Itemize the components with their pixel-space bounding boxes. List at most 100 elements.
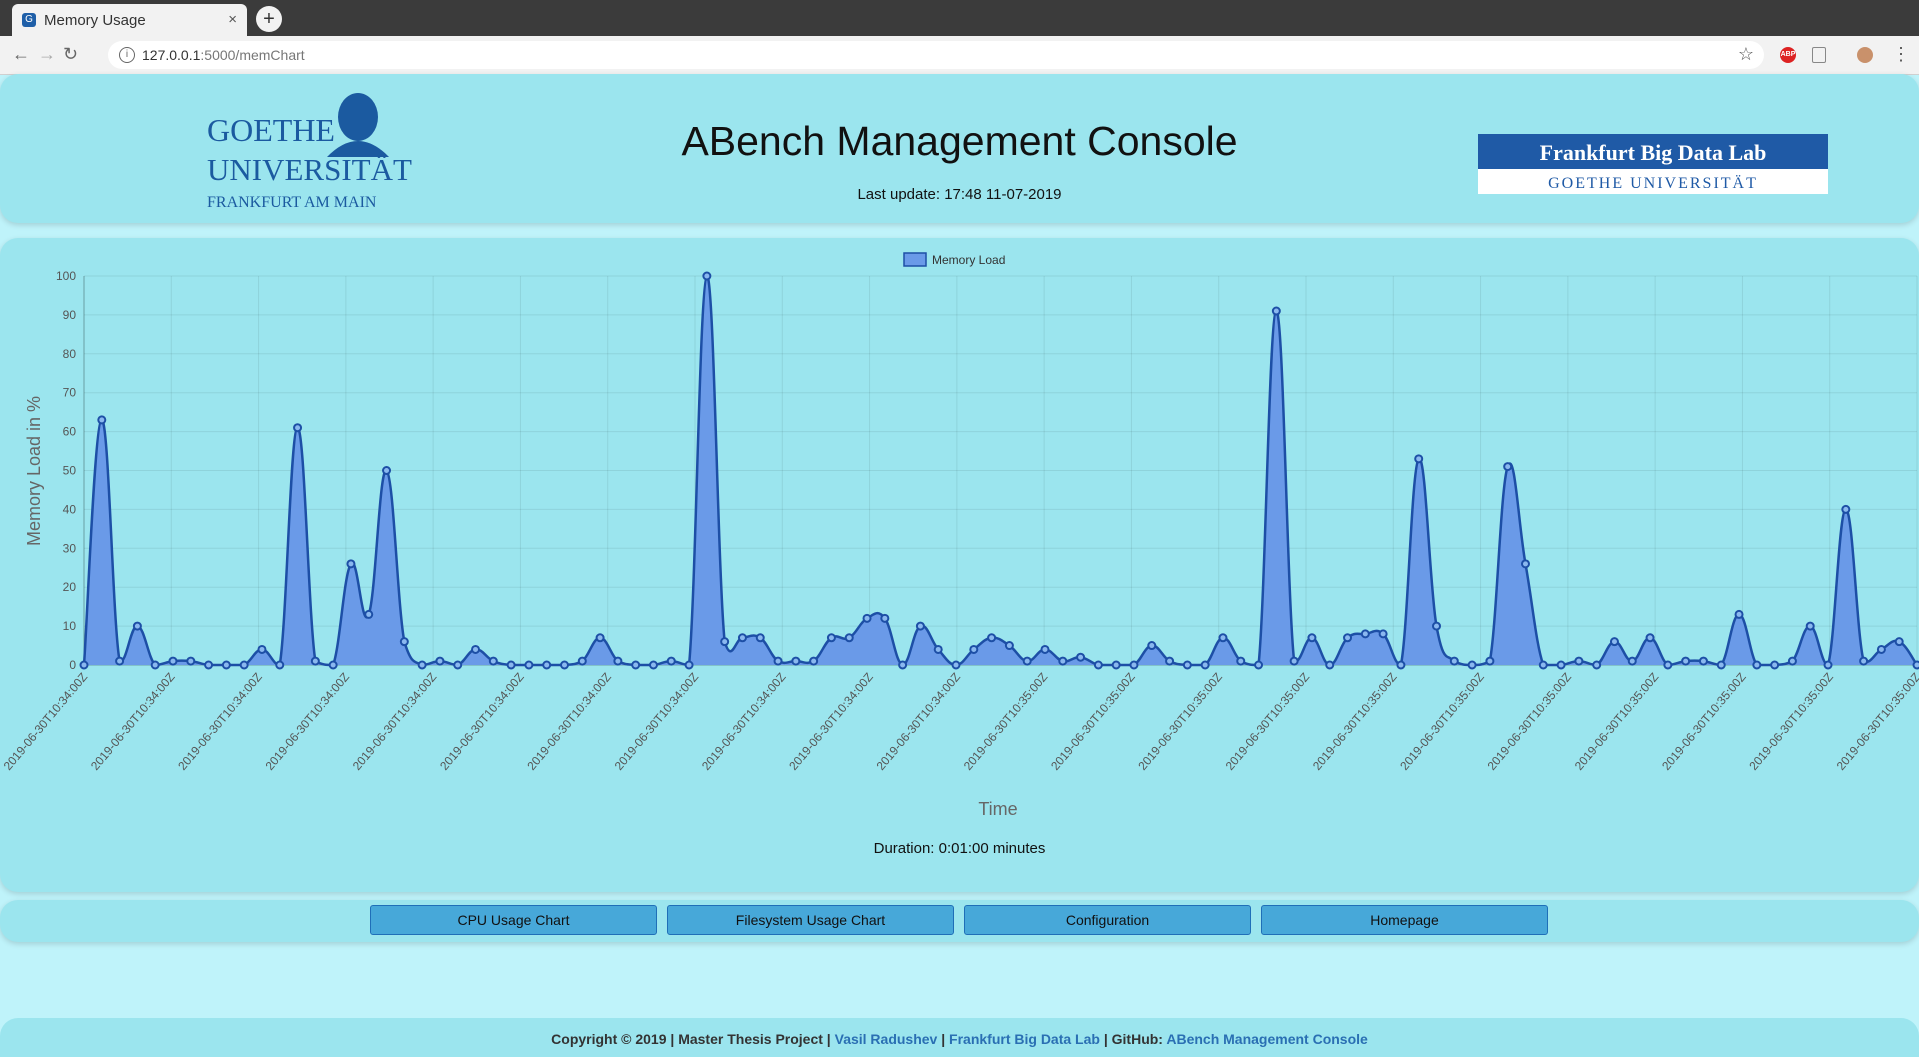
- back-icon[interactable]: ←: [12, 44, 30, 65]
- duration-text: Duration: 0:01:00 minutes: [873, 840, 1046, 857]
- data-point: [933, 644, 943, 654]
- y-axis-title: Memory Load in %: [24, 396, 44, 546]
- data-point: [1147, 641, 1157, 651]
- y-tick-label: 0: [69, 658, 76, 672]
- data-point: [1058, 656, 1068, 666]
- data-point: [1627, 656, 1637, 666]
- data-point: [1823, 660, 1833, 670]
- y-tick-label: 20: [63, 580, 77, 594]
- data-point: [1378, 629, 1388, 639]
- adblock-icon[interactable]: ABP: [1780, 47, 1796, 63]
- legend-label: Memory Load: [932, 253, 1005, 267]
- data-point: [239, 660, 249, 670]
- data-point: [1663, 660, 1673, 670]
- new-tab-button[interactable]: +: [256, 6, 282, 32]
- x-tick-label: 2019-06-30T10:34:00Z: [88, 670, 178, 773]
- homepage-button[interactable]: Homepage: [1261, 905, 1548, 935]
- info-icon[interactable]: i: [119, 47, 135, 63]
- y-tick-label: 30: [63, 541, 77, 555]
- data-point: [1503, 462, 1513, 472]
- forward-icon[interactable]: →: [38, 44, 56, 65]
- lab-link[interactable]: Frankfurt Big Data Lab: [949, 1031, 1100, 1047]
- data-point: [737, 633, 747, 643]
- data-point: [987, 633, 997, 643]
- data-point: [1467, 660, 1477, 670]
- data-point: [1770, 660, 1780, 670]
- page-footer: Copyright © 2019 | Master Thesis Project…: [0, 1018, 1919, 1057]
- data-point: [631, 660, 641, 670]
- data-point: [1218, 633, 1228, 643]
- tab-title: Memory Usage: [44, 12, 146, 29]
- x-axis-title: Time: [978, 799, 1017, 819]
- author-link[interactable]: Vasil Radushev: [835, 1031, 938, 1047]
- data-point: [666, 656, 676, 666]
- browser-tab[interactable]: G Memory Usage ×: [12, 4, 247, 36]
- url-host: 127.0.0.1: [142, 47, 201, 63]
- data-point: [1894, 637, 1904, 647]
- close-tab-icon[interactable]: ×: [228, 11, 237, 28]
- x-tick-label: 2019-06-30T10:34:00Z: [1, 670, 91, 773]
- reload-icon[interactable]: ↻: [63, 44, 78, 65]
- data-point: [506, 660, 516, 670]
- data-point: [595, 633, 605, 643]
- data-point: [221, 660, 231, 670]
- data-point: [1520, 559, 1530, 569]
- x-tick-label: 2019-06-30T10:35:00Z: [1397, 670, 1487, 773]
- address-bar[interactable]: i 127.0.0.1:5000/memChart ☆: [108, 41, 1764, 69]
- data-point: [328, 660, 338, 670]
- data-point: [773, 656, 783, 666]
- data-point: [559, 660, 569, 670]
- y-tick-label: 90: [63, 308, 77, 322]
- footer-separator: |: [937, 1031, 950, 1047]
- x-tick-label: 2019-06-30T10:35:00Z: [1485, 670, 1575, 773]
- data-point: [1022, 656, 1032, 666]
- x-tick-label: 2019-06-30T10:35:00Z: [961, 670, 1051, 773]
- configuration-button[interactable]: Configuration: [964, 905, 1251, 935]
- x-tick-label: 2019-06-30T10:35:00Z: [1746, 670, 1836, 773]
- data-point: [880, 613, 890, 623]
- x-tick-label: 2019-06-30T10:34:00Z: [350, 670, 440, 773]
- github-repo-link[interactable]: ABench Management Console: [1166, 1031, 1367, 1047]
- y-tick-label: 80: [63, 347, 77, 361]
- data-point: [577, 656, 587, 666]
- y-tick-label: 50: [63, 464, 77, 478]
- browser-tab-bar: G Memory Usage × +: [0, 0, 1919, 36]
- x-tick-label: 2019-06-30T10:35:00Z: [1048, 670, 1138, 773]
- browser-menu-icon[interactable]: ⋮: [1892, 44, 1910, 65]
- data-point: [755, 633, 765, 643]
- data-point: [435, 656, 445, 666]
- data-point: [293, 423, 303, 433]
- x-tick-label: 2019-06-30T10:34:00Z: [612, 670, 702, 773]
- data-point: [1734, 609, 1744, 619]
- data-point: [1325, 660, 1335, 670]
- x-tick-label: 2019-06-30T10:34:00Z: [263, 670, 353, 773]
- data-point: [1076, 652, 1086, 662]
- frankfurt-big-data-lab-logo: Frankfurt Big Data Lab GOETHE UNIVERSITÄ…: [1478, 134, 1828, 194]
- bookmark-star-icon[interactable]: ☆: [1738, 44, 1754, 65]
- x-tick-label: 2019-06-30T10:35:00Z: [1310, 670, 1400, 773]
- data-point: [951, 660, 961, 670]
- data-point: [132, 621, 142, 631]
- x-tick-label: 2019-06-30T10:35:00Z: [1572, 670, 1662, 773]
- data-point: [1876, 644, 1886, 654]
- legend-swatch: [903, 252, 927, 267]
- data-point: [1289, 656, 1299, 666]
- data-point: [1787, 656, 1797, 666]
- data-point: [168, 656, 178, 666]
- y-tick-label: 40: [63, 502, 77, 516]
- chart-legend[interactable]: Memory Load: [903, 252, 1005, 267]
- profile-avatar-icon[interactable]: [1857, 47, 1873, 63]
- chart-panel: 0 10 20 30 40 50 60 70 80 90 100 2019-06-30T10:34:…: [0, 238, 1919, 892]
- cpu-usage-chart-button[interactable]: CPU Usage Chart: [370, 905, 657, 935]
- filesystem-usage-chart-button[interactable]: Filesystem Usage Chart: [667, 905, 954, 935]
- data-point: [1538, 660, 1548, 670]
- document-icon[interactable]: [1812, 47, 1826, 63]
- data-point: [1307, 633, 1317, 643]
- y-tick-label: 100: [56, 269, 76, 283]
- data-point: [1271, 306, 1281, 316]
- footer-text: Copyright © 2019 | Master Thesis Project…: [0, 1031, 1919, 1047]
- nav-button-bar: CPU Usage Chart Filesystem Usage Chart C…: [0, 900, 1919, 942]
- data-point: [1360, 629, 1370, 639]
- data-point: [1343, 633, 1353, 643]
- y-tick-label: 10: [63, 619, 77, 633]
